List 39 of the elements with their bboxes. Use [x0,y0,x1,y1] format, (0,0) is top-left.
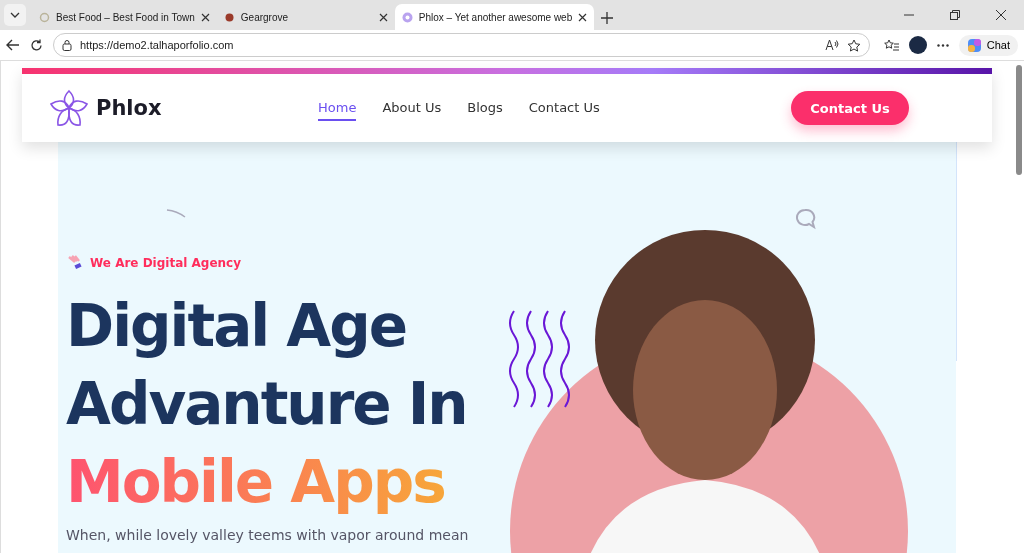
flower-logo-icon [48,88,90,128]
eyebrow-text: We Are Digital Agency [90,256,242,270]
arc-decoration [166,208,186,218]
plus-icon [600,11,615,25]
new-tab-button[interactable] [600,11,615,25]
lock-icon [62,39,72,51]
circle-icon [39,11,50,23]
waving-hand-icon [66,255,84,271]
chat-button[interactable]: Chat [958,34,1018,56]
favorites-icon[interactable] [883,38,899,52]
contact-button[interactable]: Contact Us [791,91,909,125]
close-icon [996,10,1006,20]
headline-line: Digital Age [66,291,407,362]
chevron-down-icon [10,12,20,18]
star-icon[interactable] [846,38,861,52]
hero-paragraph: When, while lovely valley teems with vapor around mean [66,527,470,543]
headline-line: Advanture In [66,369,467,440]
scrollbar-thumb[interactable] [1016,65,1022,175]
nav-link[interactable]: About Us [382,95,442,121]
tab-list-button[interactable] [4,4,26,26]
back-button[interactable] [6,39,20,51]
close-icon[interactable] [200,12,210,22]
nav-link[interactable]: Contact Us [528,95,600,121]
close-icon[interactable] [378,12,388,22]
nav-link[interactable]: Home [318,95,357,121]
read-aloud-icon[interactable] [824,39,839,51]
browser-tab[interactable]: Best Food – Best Food in Town [32,4,217,30]
logo-text: Phlox [96,96,162,120]
refresh-button[interactable] [30,38,43,52]
minimize-icon [904,14,914,16]
more-icon[interactable] [936,43,949,47]
browser-tab[interactable]: Phlox – Yet another awesome web [394,4,595,30]
dot-icon [223,11,235,23]
chat-bubble-icon [794,208,816,230]
nav-link[interactable]: Blogs [467,95,503,121]
browser-tab[interactable]: Geargrove [216,4,395,30]
close-icon[interactable] [578,12,588,22]
restore-icon [950,10,960,20]
profile-avatar[interactable] [908,36,927,54]
